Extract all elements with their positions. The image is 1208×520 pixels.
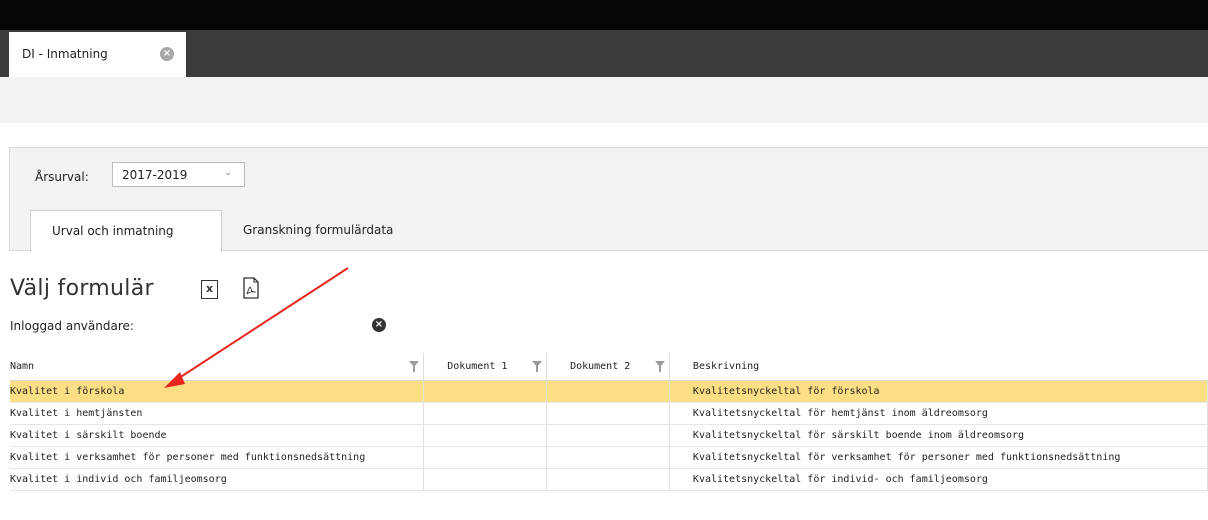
cell-dokument-2 [546, 446, 670, 469]
toolbar-strip [0, 77, 1208, 123]
cell-beskrivning: Kvalitetsnyckeltal för verksamhet för pe… [669, 446, 1208, 469]
cell-beskrivning: Kvalitetsnyckeltal för hemtjänst inom äl… [669, 402, 1208, 425]
table-row[interactable]: Kvalitet i individ och familjeomsorg Kva… [10, 468, 1208, 491]
app-tab-title: DI - Inmatning [22, 47, 108, 61]
cell-dokument-2 [546, 424, 670, 447]
cell-dokument-2 [546, 402, 670, 425]
pdf-export-icon[interactable] [242, 277, 260, 299]
tab-granskning-formulardata[interactable]: Granskning formulärdata [243, 223, 393, 237]
column-header-namn[interactable]: Namn [10, 353, 425, 381]
column-header-beskrivning[interactable]: Beskrivning [669, 353, 1208, 381]
year-label: Årsurval: [35, 170, 89, 184]
form-table: Namn Dokument 1 Dokument 2 Beskrivning K… [10, 353, 1208, 491]
filter-icon[interactable] [409, 361, 420, 372]
cell-namn: Kvalitet i verksamhet för personer med f… [10, 446, 425, 469]
cell-dokument-1 [423, 468, 548, 491]
logged-in-user-label: Inloggad användare: [10, 319, 134, 333]
clear-user-icon[interactable]: × [372, 318, 386, 332]
cell-dokument-1 [423, 402, 548, 425]
cell-dokument-1 [423, 380, 548, 403]
cell-namn: Kvalitet i individ och familjeomsorg [10, 468, 425, 491]
cell-dokument-1 [423, 446, 548, 469]
table-header-row: Namn Dokument 1 Dokument 2 Beskrivning [10, 353, 1208, 381]
cell-namn: Kvalitet i förskola [10, 380, 425, 403]
cell-namn: Kvalitet i särskilt boende [10, 424, 425, 447]
tab-label: Urval och inmatning [52, 224, 174, 238]
cell-namn: Kvalitet i hemtjänsten [10, 402, 425, 425]
cell-beskrivning: Kvalitetsnyckeltal för individ- och fami… [669, 468, 1208, 491]
column-header-dokument-2[interactable]: Dokument 2 [546, 353, 670, 381]
close-circle-icon[interactable]: × [160, 47, 174, 61]
table-row[interactable]: Kvalitet i särskilt boende Kvalitetsnyck… [10, 424, 1208, 447]
cell-dokument-1 [423, 424, 548, 447]
column-header-dokument-1[interactable]: Dokument 1 [423, 353, 548, 381]
cell-beskrivning: Kvalitetsnyckeltal för förskola [669, 380, 1208, 403]
top-black-bar [0, 0, 1208, 30]
cell-beskrivning: Kvalitetsnyckeltal för särskilt boende i… [669, 424, 1208, 447]
year-select-value: 2017-2019 [122, 168, 188, 182]
table-row[interactable]: Kvalitet i förskola Kvalitetsnyckeltal f… [10, 380, 1208, 403]
table-row[interactable]: Kvalitet i hemtjänsten Kvalitetsnyckelta… [10, 402, 1208, 425]
cell-dokument-2 [546, 468, 670, 491]
filter-icon[interactable] [532, 361, 543, 372]
page-title: Välj formulär [10, 276, 154, 301]
app-tab-di-inmatning[interactable]: DI - Inmatning × [9, 32, 186, 77]
year-select[interactable]: 2017-2019 ⌄ [112, 162, 245, 187]
chevron-down-icon: ⌄ [224, 168, 232, 178]
excel-export-icon[interactable]: x [201, 280, 218, 299]
tab-urval-och-inmatning[interactable]: Urval och inmatning [30, 210, 222, 252]
filter-icon[interactable] [654, 361, 665, 372]
table-row[interactable]: Kvalitet i verksamhet för personer med f… [10, 446, 1208, 469]
tab-label: Granskning formulärdata [243, 223, 394, 237]
cell-dokument-2 [546, 380, 670, 403]
